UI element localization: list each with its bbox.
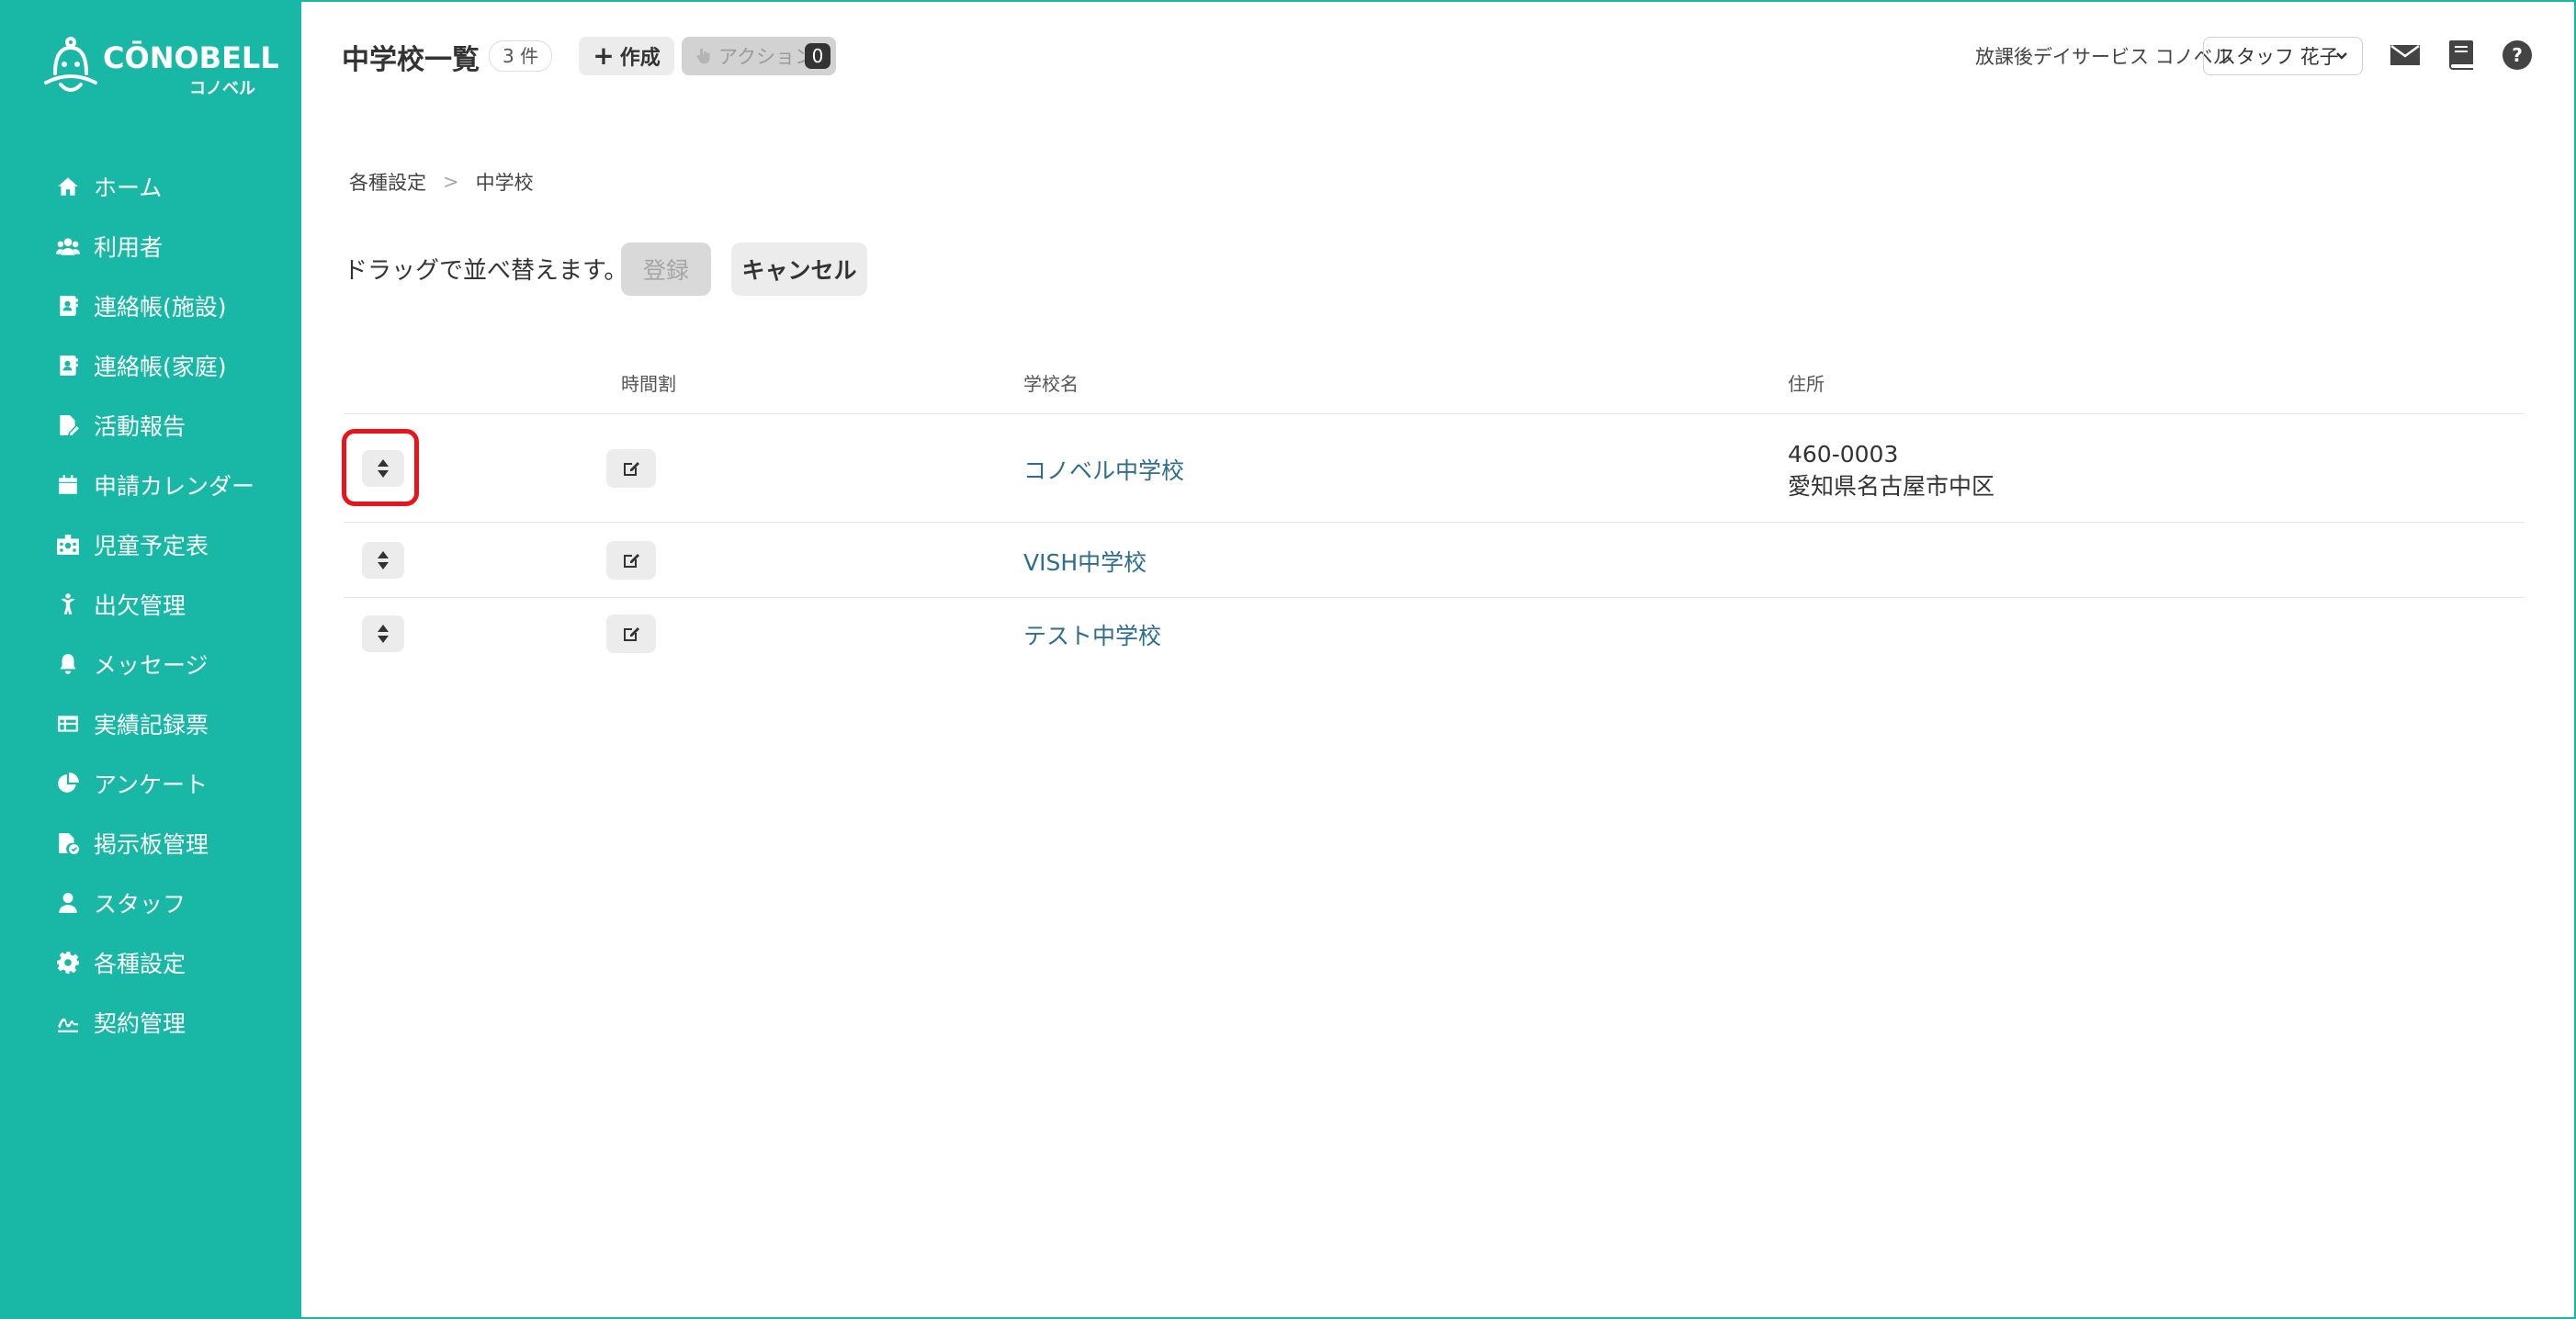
cancel-button[interactable]: キャンセル — [731, 242, 867, 296]
sidebar-item-record-sheet[interactable]: 実績記録票 — [55, 693, 254, 753]
sidebar-item-bulletin[interactable]: 掲示板管理 — [55, 813, 254, 873]
sort-icon — [378, 551, 389, 569]
drag-handle-button[interactable] — [362, 542, 404, 579]
address-text: 愛知県名古屋市中区 — [1788, 473, 1995, 500]
edit-timetable-button[interactable] — [606, 449, 656, 488]
create-button[interactable]: + 作成 — [579, 37, 674, 75]
sidebar-item-users[interactable]: 利用者 — [55, 216, 254, 276]
contact-book-icon — [55, 293, 81, 319]
sidebar-item-activity-report[interactable]: 活動報告 — [55, 395, 254, 455]
sidebar-item-label: 申請カレンダー — [94, 472, 255, 500]
sidebar-item-label: ホーム — [94, 174, 163, 201]
sidebar-item-label: メッセージ — [94, 651, 209, 679]
action-count-badge: 0 — [805, 43, 830, 69]
chevron-right-icon: > — [443, 171, 459, 193]
users-icon — [55, 233, 81, 259]
table-divider — [344, 522, 2525, 523]
highlight-box — [342, 429, 419, 506]
sidebar: CŌNOBELL コノベル ホーム 利用者 連絡帳(施設) 連絡帳(家庭) 活動… — [2, 2, 301, 1317]
drag-hint-text: ドラッグで並べ替えます。 — [344, 257, 628, 285]
table-icon — [55, 711, 81, 737]
pie-chart-icon — [55, 771, 81, 796]
create-button-label: 作成 — [619, 47, 661, 70]
drag-handle-button[interactable] — [362, 615, 404, 652]
sidebar-item-label: スタッフ — [94, 890, 186, 918]
sidebar-item-label: 実績記録票 — [94, 711, 209, 738]
breadcrumb: 各種設定 > 中学校 — [349, 168, 534, 196]
column-header-address: 住所 — [1788, 373, 1825, 395]
schedule-icon — [55, 532, 81, 558]
edit-icon — [624, 554, 639, 568]
column-header-school-name: 学校名 — [1023, 373, 1079, 395]
action-button-label: アクション — [718, 46, 814, 68]
sidebar-item-contact-home[interactable]: 連絡帳(家庭) — [55, 335, 254, 395]
action-button[interactable]: アクション 0 — [682, 37, 836, 75]
school-name-link[interactable]: テスト中学校 — [1023, 618, 1161, 651]
gear-icon — [55, 950, 81, 975]
facility-name: 放課後デイサービス コノベル — [1975, 46, 2232, 68]
brand-sub: コノベル — [189, 79, 255, 98]
sidebar-item-staff[interactable]: スタッフ — [55, 873, 254, 932]
sidebar-item-label: 掲示板管理 — [94, 830, 209, 858]
sidebar-item-home[interactable]: ホーム — [55, 156, 254, 216]
sidebar-item-label: 活動報告 — [94, 412, 186, 440]
contact-book-icon — [55, 353, 81, 378]
sidebar-item-attendance[interactable]: 出欠管理 — [55, 574, 254, 634]
sidebar-item-label: 契約管理 — [94, 1009, 186, 1037]
school-name-link[interactable]: VISH中学校 — [1023, 545, 1147, 578]
sidebar-item-label: 各種設定 — [94, 950, 186, 977]
sidebar-item-calendar[interactable]: 申請カレンダー — [55, 455, 254, 514]
brand-logo[interactable]: CŌNOBELL コノベル — [42, 37, 281, 101]
help-icon[interactable]: ? — [2501, 39, 2534, 72]
attendance-icon — [55, 592, 81, 617]
staff-select-value: スタッフ 花子 — [2217, 46, 2339, 68]
calendar-icon — [55, 472, 81, 498]
bulletin-icon — [55, 830, 81, 856]
brand-name: CŌNOBELL — [103, 40, 279, 75]
staff-select[interactable]: スタッフ 花子 — [2203, 37, 2363, 75]
sidebar-item-survey[interactable]: アンケート — [55, 753, 254, 813]
sidebar-item-message[interactable]: メッセージ — [55, 634, 254, 693]
register-button[interactable]: 登録 — [621, 242, 711, 296]
sidebar-item-contact-facility[interactable]: 連絡帳(施設) — [55, 276, 254, 335]
report-icon — [55, 412, 81, 438]
plus-icon: + — [593, 40, 615, 71]
home-icon — [55, 174, 81, 199]
contract-icon — [55, 1009, 81, 1035]
manual-book-icon[interactable] — [2446, 39, 2479, 72]
address-cell: 460-0003 愛知県名古屋市中区 — [1788, 438, 1994, 502]
hand-pointer-icon — [696, 48, 710, 64]
breadcrumb-parent[interactable]: 各種設定 — [349, 168, 426, 196]
edit-icon — [624, 627, 639, 641]
sidebar-item-label: 利用者 — [94, 233, 164, 261]
sidebar-item-label: 連絡帳(施設) — [94, 293, 227, 321]
sidebar-item-label: アンケート — [94, 771, 209, 798]
bell-icon — [55, 651, 81, 677]
edit-timetable-button[interactable] — [606, 541, 656, 580]
sidebar-item-label: 出欠管理 — [94, 592, 186, 619]
breadcrumb-current: 中学校 — [475, 172, 534, 194]
sidebar-item-settings[interactable]: 各種設定 — [55, 932, 254, 992]
sidebar-item-label: 児童予定表 — [94, 532, 209, 559]
count-badge: 3 件 — [489, 40, 553, 72]
table-divider — [344, 597, 2525, 598]
sort-icon — [378, 625, 389, 643]
staff-icon — [55, 890, 81, 916]
postal-code: 460-0003 — [1788, 441, 1899, 468]
sidebar-item-child-schedule[interactable]: 児童予定表 — [55, 514, 254, 574]
sidebar-item-label: 連絡帳(家庭) — [94, 353, 227, 380]
sidebar-item-contract[interactable]: 契約管理 — [55, 992, 254, 1052]
table-divider — [344, 413, 2525, 414]
mail-icon[interactable] — [2389, 39, 2422, 72]
svg-text:?: ? — [2512, 44, 2523, 66]
chevron-down-icon — [2336, 52, 2347, 60]
page-title: 中学校一覧 — [342, 44, 480, 76]
app-frame — [0, 0, 2576, 1319]
school-name-link[interactable]: コノベル中学校 — [1023, 453, 1184, 486]
column-header-timetable: 時間割 — [621, 373, 676, 395]
sidebar-nav: ホーム 利用者 連絡帳(施設) 連絡帳(家庭) 活動報告 申請カレンダー 児童予… — [55, 156, 254, 1052]
bell-logo-icon — [44, 37, 97, 92]
edit-timetable-button[interactable] — [606, 614, 656, 653]
edit-icon — [624, 462, 639, 476]
